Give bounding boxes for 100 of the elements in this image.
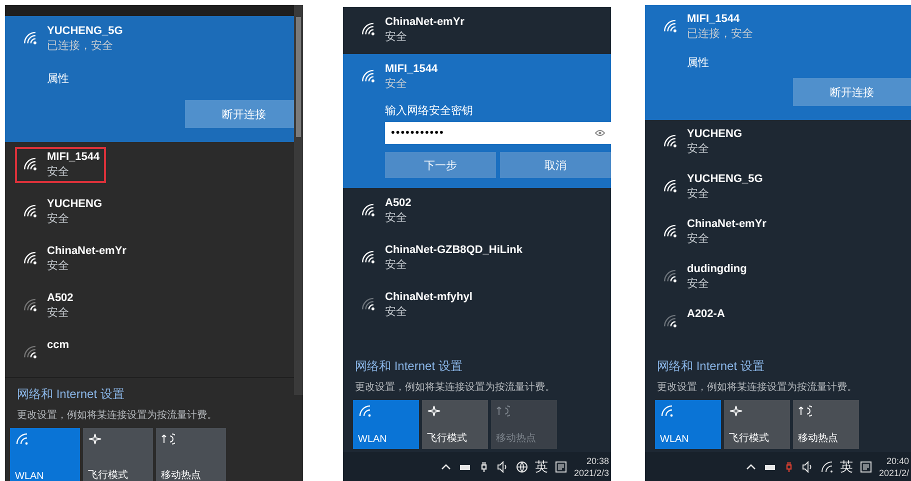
security-key-label: 输入网络安全密钥 [385, 104, 474, 118]
network-name: MIFI_1544 [385, 63, 438, 75]
network-entry[interactable]: YUCHENG 安全 [655, 124, 748, 160]
network-row[interactable]: ChinaNet-mfyhyl 安全 [343, 282, 611, 329]
hotspot-icon [798, 405, 812, 417]
network-status: 安全 [687, 232, 710, 246]
quick-action-tile[interactable]: 移动热点 [156, 428, 226, 481]
network-name: MIFI_1544 [47, 151, 100, 163]
network-status: 安全 [385, 210, 408, 225]
network-status: 安全 [687, 276, 710, 291]
scrollbar[interactable] [294, 5, 303, 395]
network-name: YUCHENG_5G [687, 173, 763, 185]
clock-date[interactable]: 2021/2/3 [574, 466, 609, 478]
properties-link[interactable]: 属性 [687, 55, 709, 70]
quick-action-tile[interactable]: WLAN [655, 400, 721, 449]
network-entry[interactable]: MIFI_1544 安全 [15, 147, 106, 183]
network-status: 安全 [687, 142, 710, 156]
wifi-icon [15, 433, 29, 445]
network-name: YUCHENG_5G [47, 25, 123, 37]
network-entry[interactable]: YUCHENG 安全 [15, 194, 108, 230]
network-entry[interactable]: ChinaNet-emYr 安全 [15, 241, 132, 277]
clock-date[interactable]: 2021/2/ [878, 466, 909, 478]
password-field[interactable]: ••••••••••• [385, 122, 611, 144]
speaker-icon[interactable] [802, 460, 814, 472]
network-status: 已连接，安全 [47, 38, 114, 53]
network-entry[interactable]: ChinaNet-GZB8QD_HiLink 安全 [353, 240, 529, 276]
network-row[interactable]: ChinaNet-emYr 安全 [645, 210, 911, 255]
network-name: dudingding [687, 263, 747, 275]
network-status: 安全 [385, 76, 408, 91]
network-name: ChinaNet-emYr [385, 16, 464, 28]
network-status: 安全 [47, 306, 70, 320]
network-settings-link[interactable]: 网络和 Internet 设置 [17, 386, 124, 403]
network-entry[interactable]: ChinaNet-mfyhyl 安全 [353, 287, 478, 323]
wifi-icon[interactable] [820, 460, 833, 472]
network-row[interactable]: YUCHENG_5G 安全 [645, 165, 911, 210]
input-method-indicator[interactable]: 英 [840, 458, 853, 476]
network-status: 安全 [47, 212, 70, 226]
network-status: 安全 [385, 30, 408, 44]
speaker-icon[interactable] [496, 460, 509, 472]
network-entry[interactable]: YUCHENG_5G 安全 [655, 169, 769, 205]
network-row[interactable]: A502 安全 [343, 188, 611, 235]
quick-action-tile[interactable]: 移动热点 [793, 400, 859, 449]
network-status: 安全 [47, 258, 70, 273]
network-row[interactable]: A202-A [645, 300, 911, 345]
network-name: ChinaNet-emYr [687, 218, 766, 230]
clock-time[interactable]: 20:40 [886, 454, 909, 466]
network-name: YUCHENG [687, 128, 742, 140]
network-entry[interactable]: A202-A [655, 304, 731, 333]
quick-action-tile[interactable]: 飞行模式 [724, 400, 790, 449]
airplane-icon [88, 433, 102, 445]
cancel-button[interactable]: 取消 [500, 152, 611, 178]
network-entry[interactable]: YUCHENG_5G 已连接，安全 [15, 21, 129, 57]
airplane-icon [729, 405, 743, 417]
next-button[interactable]: 下一步 [385, 152, 496, 178]
network-entry[interactable]: MIFI_1544 安全 [353, 59, 444, 95]
notification-icon[interactable] [860, 460, 872, 472]
network-name: ChinaNet-mfyhyl [385, 291, 472, 303]
clock-time[interactable]: 20:38 [586, 454, 609, 466]
airplane-icon [427, 405, 441, 417]
network-status: 安全 [47, 164, 70, 179]
network-name: A202-A [687, 308, 725, 320]
network-name: MIFI_1544 [687, 13, 741, 25]
network-name: ChinaNet-emYr [47, 245, 126, 257]
wifi-icon [358, 405, 372, 417]
settings-hint: 更改设置，例如将某连接设置为按流量计费。 [355, 380, 556, 394]
settings-hint: 更改设置，例如将某连接设置为按流量计费。 [17, 408, 218, 422]
quick-action-tile[interactable]: 飞行模式 [83, 428, 153, 481]
quick-action-tile[interactable]: WLAN [353, 400, 419, 449]
network-entry[interactable]: dudingding 安全 [655, 259, 753, 295]
network-entry[interactable]: A502 安全 [353, 193, 418, 229]
network-row[interactable]: dudingding 安全 [645, 255, 911, 300]
network-row[interactable]: ChinaNet-GZB8QD_HiLink 安全 [343, 235, 611, 282]
network-row[interactable]: YUCHENG 安全 [645, 120, 911, 165]
network-entry[interactable]: A502 安全 [15, 288, 80, 324]
network-settings-link[interactable]: 网络和 Internet 设置 [355, 358, 462, 375]
network-status: 安全 [385, 304, 408, 319]
input-method-indicator[interactable]: 英 [534, 458, 548, 476]
network-status: 已连接，安全 [687, 26, 753, 41]
network-name: A502 [385, 197, 412, 209]
settings-hint: 更改设置，例如将某连接设置为按流量计费。 [657, 380, 858, 394]
network-row[interactable]: ChinaNet-emYr 安全 [343, 7, 611, 54]
notification-icon[interactable] [554, 460, 567, 472]
network-status: 安全 [385, 258, 408, 272]
quick-action-tile[interactable]: WLAN [10, 428, 80, 481]
network-entry[interactable]: MIFI_1544 已连接，安全 [655, 9, 759, 45]
wifi-icon [660, 405, 674, 417]
globe-icon[interactable] [516, 460, 528, 472]
network-entry[interactable]: ccm [15, 335, 76, 364]
network-status: 安全 [687, 186, 710, 201]
network-name: ccm [47, 339, 70, 351]
network-name: YUCHENG [47, 198, 102, 210]
network-name: ChinaNet-GZB8QD_HiLink [385, 244, 523, 256]
network-entry[interactable]: ChinaNet-emYr 安全 [353, 12, 470, 48]
network-settings-link[interactable]: 网络和 Internet 设置 [657, 358, 764, 375]
quick-action-tile[interactable]: 飞行模式 [422, 400, 488, 449]
properties-link[interactable]: 属性 [47, 71, 69, 86]
network-name: A502 [47, 292, 74, 304]
hotspot-icon [161, 433, 175, 445]
network-entry[interactable]: ChinaNet-emYr 安全 [655, 214, 772, 250]
eye-icon[interactable] [595, 129, 605, 137]
